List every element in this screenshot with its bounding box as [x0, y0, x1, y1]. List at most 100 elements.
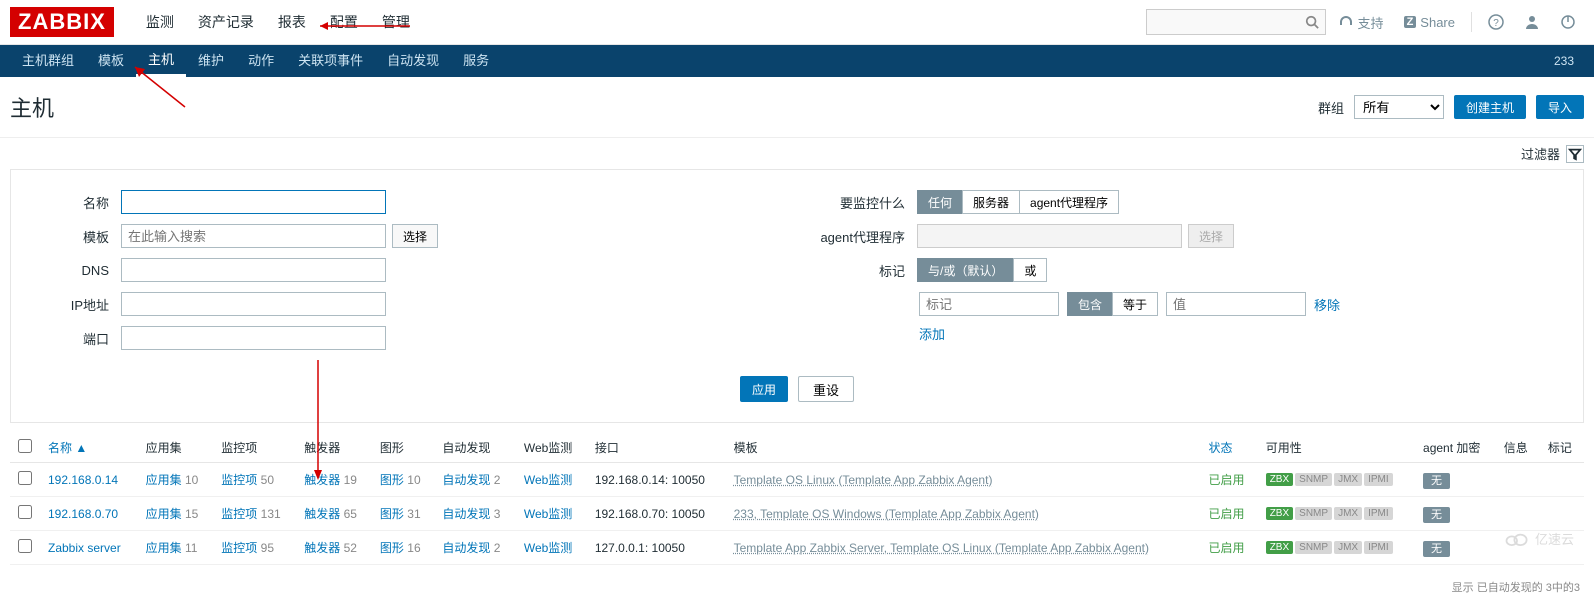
- tag-mode-or[interactable]: 或: [1013, 258, 1047, 282]
- search-icon: [1305, 15, 1319, 29]
- create-host-button[interactable]: 创建主机: [1454, 95, 1526, 119]
- web-link[interactable]: Web监测: [524, 507, 572, 521]
- web-link[interactable]: Web监测: [524, 541, 572, 555]
- col-availability: 可用性: [1258, 433, 1415, 463]
- triggers-link[interactable]: 触发器: [304, 507, 340, 521]
- graphs-link[interactable]: 图形: [380, 541, 404, 555]
- status-link[interactable]: 已启用: [1208, 541, 1244, 555]
- subnav-templates[interactable]: 模板: [86, 45, 136, 77]
- monitor-proxy[interactable]: agent代理程序: [1019, 190, 1119, 214]
- host-name-link[interactable]: Zabbix server: [48, 541, 121, 555]
- share-link[interactable]: Z Share: [1396, 15, 1463, 30]
- monitor-any[interactable]: 任何: [917, 190, 963, 214]
- tag-mode-andor[interactable]: 与/或（默认）: [917, 258, 1014, 282]
- nav-configuration[interactable]: 配置: [318, 0, 370, 45]
- templates-cell[interactable]: Template App Zabbix Server, Template OS …: [734, 541, 1149, 555]
- logo[interactable]: ZABBIX: [10, 7, 114, 37]
- status-link[interactable]: 已启用: [1208, 473, 1244, 487]
- host-name-link[interactable]: 192.168.0.14: [48, 473, 118, 487]
- subnav-hosts[interactable]: 主机: [136, 45, 186, 77]
- encryption-badge: 无: [1423, 507, 1450, 523]
- tag-value-input[interactable]: [1166, 292, 1306, 316]
- discovery-link[interactable]: 自动发现: [442, 541, 490, 555]
- import-button[interactable]: 导入: [1536, 95, 1584, 119]
- triggers-link[interactable]: 触发器: [304, 541, 340, 555]
- subnav-actions[interactable]: 动作: [236, 45, 286, 77]
- discovery-link[interactable]: 自动发现: [442, 507, 490, 521]
- template-input[interactable]: [121, 224, 386, 248]
- subnav-maintenance[interactable]: 维护: [186, 45, 236, 77]
- support-link[interactable]: 支持: [1330, 13, 1392, 32]
- select-all-checkbox[interactable]: [18, 439, 32, 453]
- filter-toggle[interactable]: 过滤器: [1521, 144, 1584, 163]
- col-status[interactable]: 状态: [1200, 433, 1257, 463]
- items-link[interactable]: 监控项: [221, 473, 257, 487]
- subnav-correlation[interactable]: 关联项事件: [286, 45, 375, 77]
- logout-link[interactable]: [1552, 14, 1584, 30]
- graphs-link[interactable]: 图形: [380, 473, 404, 487]
- col-tags: 标记: [1540, 433, 1584, 463]
- tag-name-input[interactable]: [919, 292, 1059, 316]
- col-web: Web监测: [516, 433, 587, 463]
- monitor-label: 要监控什么: [817, 193, 917, 212]
- discovery-link[interactable]: 自动发现: [442, 473, 490, 487]
- nav-administration[interactable]: 管理: [370, 0, 422, 45]
- help-link[interactable]: ?: [1480, 14, 1512, 30]
- row-checkbox[interactable]: [18, 471, 32, 485]
- tag-remove-link[interactable]: 移除: [1314, 295, 1340, 314]
- subnav-hostgroups[interactable]: 主机群组: [10, 45, 86, 77]
- status-link[interactable]: 已启用: [1208, 507, 1244, 521]
- filter-toggle-label: 过滤器: [1521, 144, 1560, 163]
- ip-input[interactable]: [121, 292, 386, 316]
- col-interface: 接口: [587, 433, 726, 463]
- row-checkbox[interactable]: [18, 505, 32, 519]
- table-row: 192.168.0.14应用集 10监控项 50触发器 19图形 10自动发现 …: [10, 463, 1584, 497]
- jmx-badge: JMX: [1334, 541, 1362, 554]
- apply-button[interactable]: 应用: [740, 376, 788, 402]
- web-link[interactable]: Web监测: [524, 473, 572, 487]
- row-checkbox[interactable]: [18, 539, 32, 553]
- top-nav: 监测 资产记录 报表 配置 管理: [134, 0, 422, 45]
- tag-op-contains[interactable]: 包含: [1067, 292, 1113, 316]
- tag-op-equals[interactable]: 等于: [1112, 292, 1158, 316]
- name-input[interactable]: [121, 190, 386, 214]
- apps-link[interactable]: 应用集: [146, 473, 182, 487]
- footer-note: 显示 已自动发现的 3中的3: [0, 575, 1594, 599]
- nav-monitoring[interactable]: 监测: [134, 0, 186, 45]
- triggers-link[interactable]: 触发器: [304, 473, 340, 487]
- items-link[interactable]: 监控项: [221, 507, 257, 521]
- group-select[interactable]: 所有: [1354, 95, 1444, 119]
- nav-inventory[interactable]: 资产记录: [186, 0, 266, 45]
- funnel-icon: [1568, 147, 1582, 161]
- global-search[interactable]: [1146, 9, 1326, 35]
- top-header: ZABBIX 监测 资产记录 报表 配置 管理 支持 Z Share ?: [0, 0, 1594, 45]
- subnav-right-text: 233: [1554, 54, 1584, 68]
- page-title: 主机: [10, 91, 54, 123]
- subnav-discovery[interactable]: 自动发现: [375, 45, 451, 77]
- table-row: 192.168.0.70应用集 15监控项 131触发器 65图形 31自动发现…: [10, 497, 1584, 531]
- dns-input[interactable]: [121, 258, 386, 282]
- col-info: 信息: [1496, 433, 1540, 463]
- user-link[interactable]: [1516, 14, 1548, 30]
- availability-badges: ZBXSNMPJMXIPMI: [1266, 507, 1407, 520]
- header-right: 支持 Z Share ?: [1146, 9, 1584, 35]
- graphs-link[interactable]: 图形: [380, 507, 404, 521]
- host-name-link[interactable]: 192.168.0.70: [48, 507, 118, 521]
- tag-add-link[interactable]: 添加: [919, 324, 945, 343]
- port-input[interactable]: [121, 326, 386, 350]
- col-name[interactable]: 名称 ▲: [40, 433, 138, 463]
- items-link[interactable]: 监控项: [221, 541, 257, 555]
- table-row: Zabbix server应用集 11监控项 95触发器 52图形 16自动发现…: [10, 531, 1584, 565]
- reset-button[interactable]: 重设: [798, 376, 854, 402]
- tag-add-row: 添加: [919, 324, 1563, 343]
- apps-link[interactable]: 应用集: [146, 541, 182, 555]
- subnav-services[interactable]: 服务: [451, 45, 501, 77]
- templates-cell[interactable]: 233, Template OS Windows (Template App Z…: [734, 507, 1039, 521]
- monitor-options: 任何 服务器 agent代理程序: [917, 190, 1119, 214]
- monitor-server[interactable]: 服务器: [962, 190, 1020, 214]
- templates-cell[interactable]: Template OS Linux (Template App Zabbix A…: [734, 473, 993, 487]
- dns-label: DNS: [31, 263, 121, 278]
- apps-link[interactable]: 应用集: [146, 507, 182, 521]
- template-select-button[interactable]: 选择: [392, 224, 438, 248]
- nav-reports[interactable]: 报表: [266, 0, 318, 45]
